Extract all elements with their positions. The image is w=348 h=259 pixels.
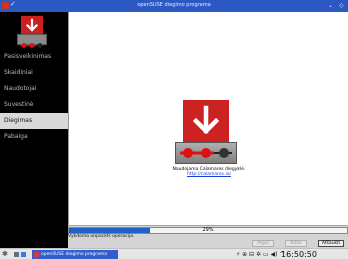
calamares-logo — [17, 16, 47, 48]
logo-download-box — [21, 16, 43, 35]
files-icon[interactable] — [14, 252, 19, 257]
install-progress-bar: 29% — [68, 227, 348, 234]
window-title: openSUSE diegimo programa — [137, 2, 211, 8]
window-close-icon[interactable]: ◇ — [339, 2, 344, 9]
start-menu-icon[interactable]: ❃ — [2, 250, 8, 258]
progress-percent: 29% — [202, 227, 214, 233]
sidebar-item-install: Diegimas — [0, 113, 68, 129]
sidebar-item-partitions: Skaidiniai — [4, 69, 33, 76]
big-logo-slider — [175, 142, 237, 164]
installer-task-icon — [34, 252, 39, 257]
download-arrow-icon — [192, 105, 220, 135]
taskbar: ❃ openSUSE diegimo programa ⚡ ⊕ ⊟ ✲ ▭ ◀)… — [0, 248, 348, 259]
window-menu-icon[interactable]: ⌄ — [328, 2, 333, 9]
next-button[interactable]: Kitas — [285, 240, 307, 247]
status-text: Vykdoma unpackfs operacija. — [68, 234, 135, 239]
big-logo-download-box — [183, 100, 229, 142]
calamares-big-logo — [175, 100, 237, 172]
sidebar-item-users: Naudotojai — [4, 85, 37, 92]
logo-slider — [17, 34, 47, 48]
sidebar-item-finish: Pabaiga — [4, 133, 28, 140]
clock: 16:50:50 — [281, 250, 317, 259]
task-label: openSUSE diegimo programa — [41, 252, 108, 257]
sidebar-item-summary: Suvestinė — [4, 101, 34, 108]
system-tray[interactable]: ⚡ ⊕ ⊟ ✲ ▭ ◀) ^ — [236, 251, 284, 258]
window-titlebar: ✓ openSUSE diegimo programa ⌄ ◇ — [0, 0, 348, 12]
sidebar-item-welcome: Pasisveikinimas — [4, 53, 52, 60]
cancel-button[interactable]: Atšaukti — [318, 240, 344, 247]
download-arrow-icon — [25, 18, 39, 32]
main-slideshow-area: Naudojama Calamares diegyklė. http://cal… — [68, 12, 348, 226]
calamares-link[interactable]: http://calamares.io/ — [129, 172, 289, 177]
sidebar: Pasisveikinimas Skaidiniai Naudotojai Su… — [0, 12, 68, 248]
slider-icon — [180, 148, 232, 158]
browser-icon[interactable] — [21, 252, 26, 257]
taskbar-task-installer[interactable]: openSUSE diegimo programa — [32, 250, 118, 259]
sidebar-menu: Pasisveikinimas Skaidiniai Naudotojai Su… — [0, 49, 68, 145]
back-button[interactable]: Atgal — [252, 240, 274, 247]
